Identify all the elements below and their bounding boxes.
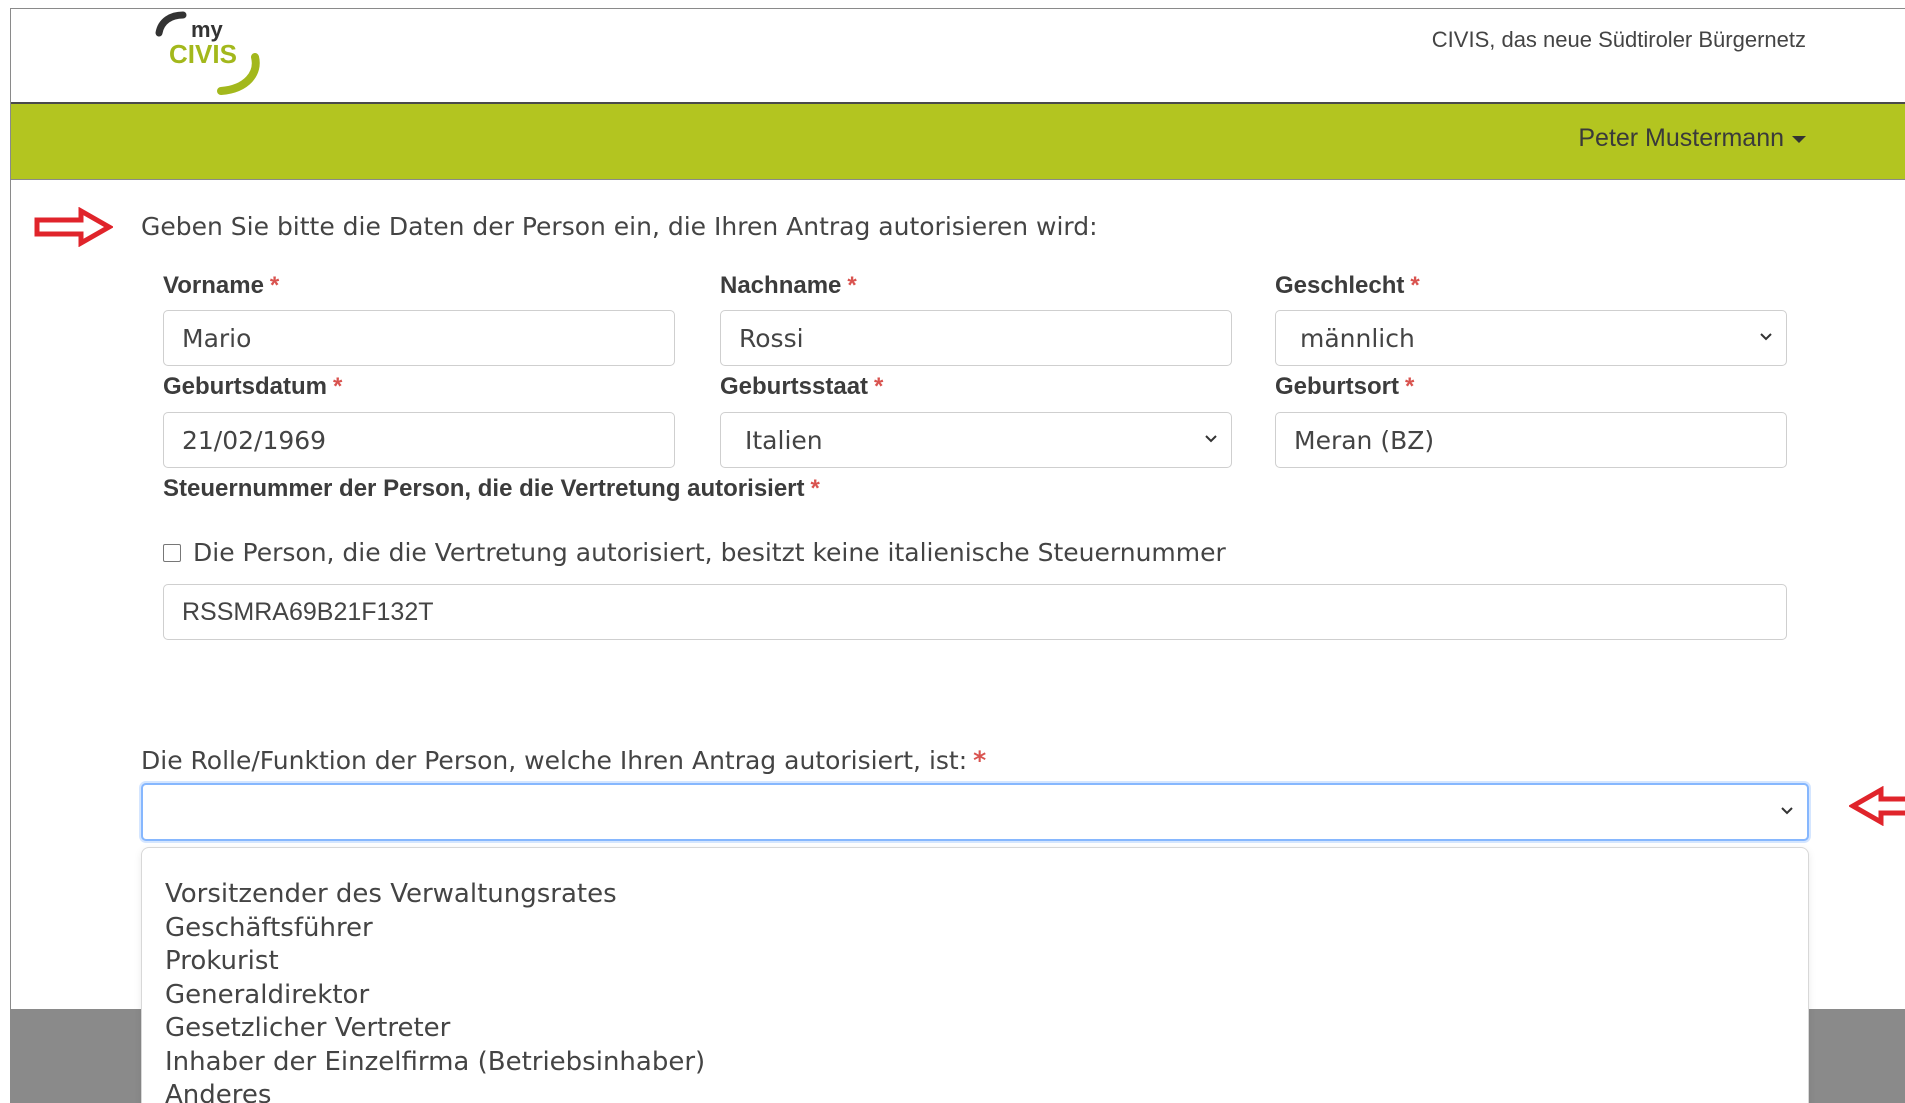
- rolle-option[interactable]: Generaldirektor: [142, 979, 1808, 1013]
- annotation-arrow-left-icon: [1849, 786, 1905, 826]
- no-tax-number-checkbox[interactable]: [163, 543, 181, 562]
- form-intro: Geben Sie bitte die Daten der Person ein…: [141, 212, 1098, 241]
- annotation-arrow-right-icon: [34, 207, 113, 247]
- rolle-option[interactable]: Vorsitzender des Verwaltungsrates: [142, 878, 1808, 912]
- geschlecht-label: Geschlecht *: [1275, 272, 1420, 299]
- rolle-option[interactable]: Gesetzlicher Vertreter: [142, 1012, 1808, 1046]
- geschlecht-select[interactable]: männlich: [1275, 310, 1787, 366]
- rolle-label: Die Rolle/Funktion der Person, welche Ih…: [141, 746, 987, 775]
- user-bar: Peter Mustermann: [11, 102, 1905, 180]
- geburtsstaat-select[interactable]: Italien: [720, 412, 1232, 468]
- vorname-input[interactable]: Mario: [163, 310, 675, 366]
- rolle-options-list: Vorsitzender des Verwaltungsrates Geschä…: [141, 847, 1809, 1103]
- site-header: my CIVIS CIVIS, das neue Südtiroler Bürg…: [11, 9, 1905, 102]
- vorname-label: Vorname *: [163, 272, 280, 299]
- geburtsdatum-label: Geburtsdatum *: [163, 373, 343, 400]
- geburtsort-label: Geburtsort *: [1275, 373, 1415, 400]
- geschlecht-value: männlich: [1300, 323, 1415, 353]
- chevron-down-icon: [1205, 435, 1217, 443]
- steuernummer-label: Steuernummer der Person, die die Vertret…: [163, 475, 820, 502]
- steuernummer-input[interactable]: RSSMRA69B21F132T: [163, 584, 1787, 640]
- nachname-input[interactable]: Rossi: [720, 310, 1232, 366]
- rolle-option[interactable]: Anderes: [142, 1079, 1808, 1103]
- rolle-option[interactable]: Inhaber der Einzelfirma (Betriebsinhaber…: [142, 1046, 1808, 1080]
- rolle-select[interactable]: [141, 783, 1809, 841]
- geburtsort-input[interactable]: Meran (BZ): [1275, 412, 1787, 468]
- user-menu[interactable]: Peter Mustermann: [1578, 124, 1806, 153]
- chevron-down-icon: [1760, 333, 1772, 341]
- caret-down-icon: [1792, 135, 1806, 143]
- chevron-down-icon: [1781, 807, 1793, 815]
- site-tagline: CIVIS, das neue Südtiroler Bürgernetz: [1431, 27, 1806, 52]
- nachname-label: Nachname *: [720, 272, 857, 299]
- user-name: Peter Mustermann: [1578, 124, 1784, 152]
- browser-frame: my CIVIS CIVIS, das neue Südtiroler Bürg…: [10, 8, 1905, 1103]
- civis-logo[interactable]: my CIVIS: [151, 9, 281, 101]
- no-tax-number-label: Die Person, die die Vertretung autorisie…: [193, 538, 1226, 567]
- logo-civis-text: CIVIS: [169, 39, 237, 69]
- rolle-option[interactable]: Geschäftsführer: [142, 912, 1808, 946]
- no-tax-number-checkbox-row: Die Person, die die Vertretung autorisie…: [163, 538, 1226, 567]
- rolle-option[interactable]: Prokurist: [142, 945, 1808, 979]
- geburtsdatum-input[interactable]: 21/02/1969: [163, 412, 675, 468]
- geburtsstaat-label: Geburtsstaat *: [720, 373, 884, 400]
- geburtsstaat-value: Italien: [745, 425, 823, 455]
